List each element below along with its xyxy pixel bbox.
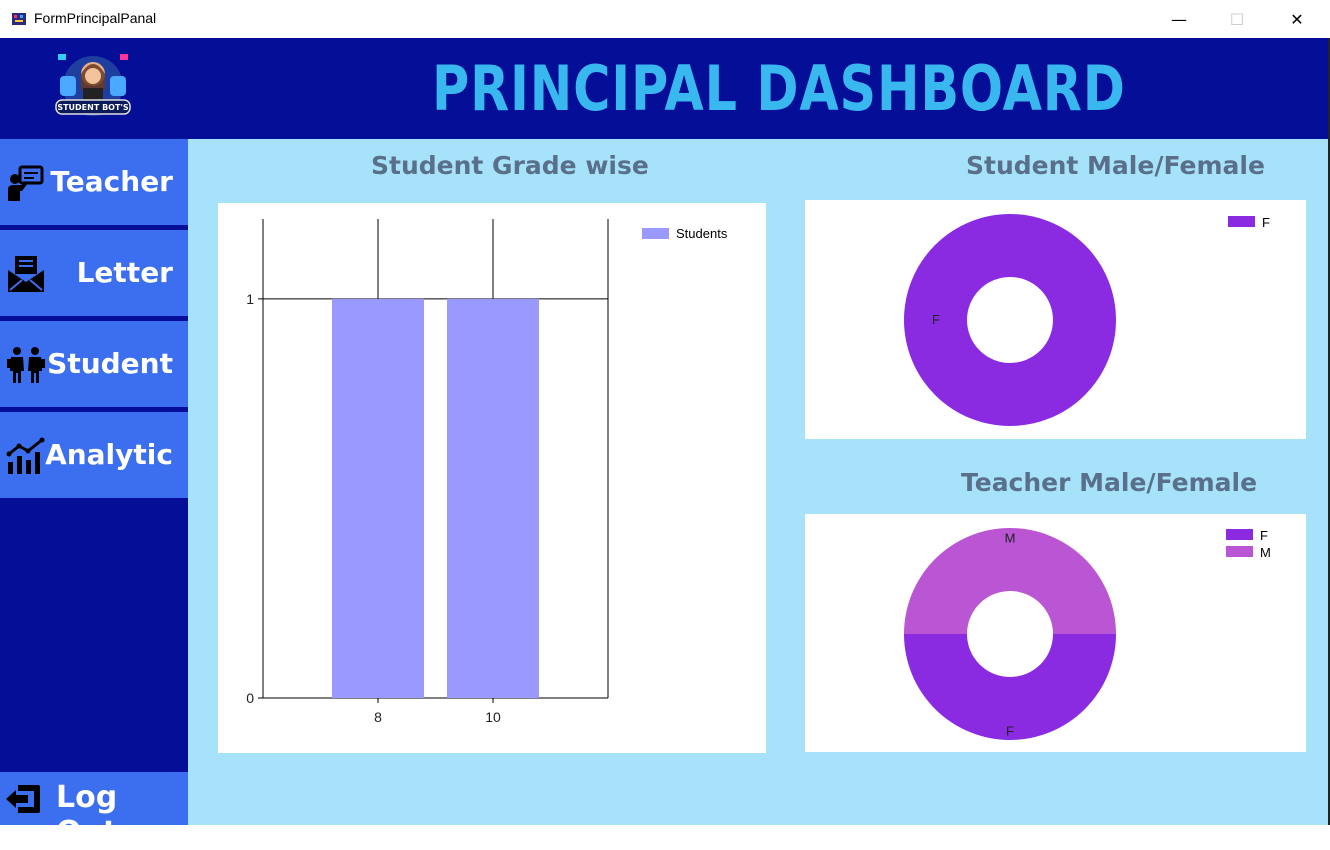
window-titlebar: FormPrincipalPanal — ☐ ✕ [0,0,1330,38]
sidebar-item-label: Letter [76,256,173,289]
sidebar-item-label: Teacher [50,165,173,198]
letter-icon [8,256,44,292]
sidebar-item-student[interactable]: Student [0,321,188,407]
logout-label: Log Out [56,780,118,850]
legend-swatch [642,228,669,239]
sidebar-item-label: Analytic [45,438,173,471]
app-icon [12,13,26,25]
y-tick-label: 0 [246,690,254,706]
legend-swatch [1226,529,1253,540]
teacher-gender-chart-title: Teacher Male/Female [961,468,1258,497]
page-title: PRINCIPAL DASHBOARD [432,52,1126,125]
x-tick-label: 10 [485,709,501,725]
legend-swatch [1228,216,1255,227]
minimize-icon: — [1171,9,1187,29]
teacher-icon [8,165,44,201]
teacher-gender-panel: FMFM [805,514,1306,752]
sidebar-item-label: Student [47,347,173,380]
close-button[interactable]: ✕ [1268,0,1326,38]
logout-icon [6,785,40,813]
student-icon [7,347,45,383]
student-gender-panel: FF [805,200,1306,439]
sidebar: Teacher Letter Student Analytic [0,139,188,825]
legend-label: F [1260,528,1268,543]
maximize-button[interactable]: ☐ [1208,0,1266,38]
legend-label: F [1262,215,1270,230]
sidebar-item-teacher[interactable]: Teacher [0,139,188,225]
student-bots-logo: STUDENT BOT'S [55,54,131,116]
legend-swatch [1226,546,1253,557]
close-icon: ✕ [1290,9,1304,29]
legend-label: Students [676,226,728,241]
analytic-icon [6,437,45,474]
student-gender-chart-title: Student Male/Female [966,151,1265,180]
grade-bar-chart: 0 1 8 10 Students [246,219,728,725]
doughnut-slice [904,214,1116,426]
logo-text: STUDENT BOT'S [57,103,129,112]
logout-button[interactable]: Log Out [0,772,188,850]
main-content: Student Grade wise Student Male/Female T… [188,139,1328,825]
legend-label: M [1260,545,1271,560]
maximize-icon: ☐ [1229,9,1245,29]
student-gender-doughnut-chart: FF [904,214,1270,426]
teacher-gender-doughnut-chart: FM FM [904,528,1271,740]
dashboard-header: STUDENT BOT'S PRINCIPAL DASHBOARD [0,38,1328,139]
slice-label: F [932,312,940,327]
slice-label: F [1006,724,1014,739]
x-tick-label: 8 [374,709,382,725]
slice-label: M [1005,531,1016,546]
grade-chart-title: Student Grade wise [371,151,649,180]
bar [447,298,539,698]
y-tick-label: 1 [246,291,254,307]
window-title: FormPrincipalPanal [34,10,157,26]
sidebar-item-analytic[interactable]: Analytic [0,412,188,498]
bar [332,298,424,698]
grade-chart-panel: 0 1 8 10 Students [218,203,766,753]
minimize-button[interactable]: — [1150,0,1208,38]
sidebar-item-letter[interactable]: Letter [0,230,188,316]
